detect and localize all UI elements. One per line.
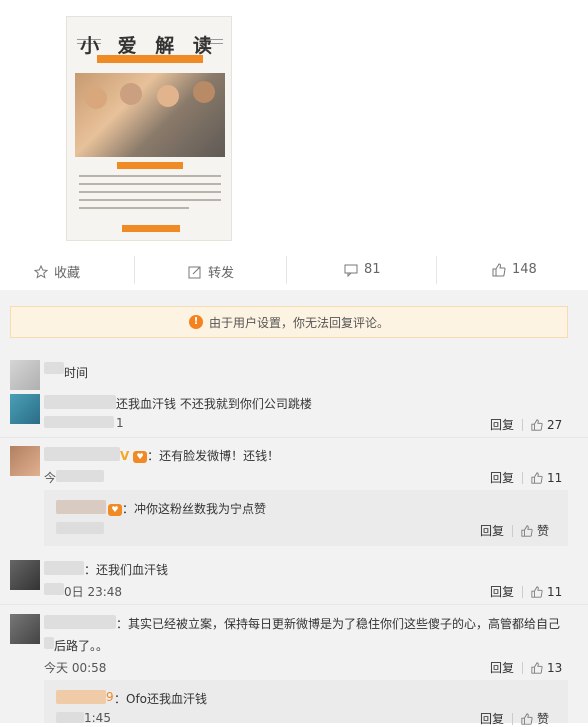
divider xyxy=(0,437,588,438)
comment-like-button[interactable]: 赞 xyxy=(521,710,549,727)
like-count: 148 xyxy=(512,262,537,277)
comment-actions: 回复 11 xyxy=(490,469,562,486)
comment-like-count: 11 xyxy=(547,470,563,485)
reply-button[interactable]: 回复 xyxy=(480,522,504,539)
comment-actions: 回复 27 xyxy=(490,416,562,433)
like-button[interactable]: 148 xyxy=(492,262,537,277)
blurred-timestamp xyxy=(56,522,104,534)
comment-time: 1 xyxy=(116,416,124,430)
fan-badge-icon: ♥ xyxy=(108,503,122,516)
comment-like-label: 赞 xyxy=(537,524,550,538)
poster-text-line xyxy=(79,191,221,193)
blurred-username xyxy=(56,690,106,704)
favorite-button[interactable]: 收藏 xyxy=(34,262,80,281)
comment-like-count: 27 xyxy=(547,417,563,432)
comment-text: ：Ofo还我血汗钱 xyxy=(114,692,208,706)
thumbs-up-icon xyxy=(531,471,543,484)
reply-button[interactable]: 回复 xyxy=(490,659,514,676)
thumbs-up-icon xyxy=(531,418,543,431)
thumbs-up-icon xyxy=(521,524,533,537)
avatar[interactable] xyxy=(10,560,40,590)
comment-line: V ♥ ：还有脸发微博！还钱！ xyxy=(120,447,279,464)
comment-text: ：还有脸发微博！还钱！ xyxy=(147,449,280,463)
poster-section-bar xyxy=(122,225,180,232)
poster-subtitle-bar xyxy=(97,55,203,63)
comment-text: 还我血汗钱 不还我就到你们公司跳楼 xyxy=(116,397,312,411)
blurred-username xyxy=(56,500,106,514)
reply-button[interactable]: 回复 xyxy=(490,416,514,433)
reply-button[interactable]: 回复 xyxy=(480,710,504,727)
comment-actions: 回复 11 xyxy=(490,583,562,600)
thumbs-up-icon xyxy=(531,661,543,674)
notice-text: 由于用户设置，你无法回复评论。 xyxy=(208,315,389,330)
blurred-timestamp xyxy=(44,416,114,428)
comment-like-button[interactable]: 27 xyxy=(531,418,562,432)
blurred-username xyxy=(44,447,120,461)
comment-text: 时间 xyxy=(64,366,89,380)
comment-like-button[interactable]: 11 xyxy=(531,585,562,599)
divider xyxy=(0,604,588,605)
poster-text-line xyxy=(79,183,221,185)
avatar[interactable] xyxy=(10,446,40,476)
reply-restricted-notice: ! 由于用户设置，你无法回复评论。 xyxy=(10,306,568,338)
comment-like-count: 13 xyxy=(547,660,563,675)
thumbs-up-icon xyxy=(531,585,543,598)
comment-like-button[interactable]: 13 xyxy=(531,661,562,675)
comment-line: ♥ ：冲你这粉丝数我为宁点赞 xyxy=(108,500,266,517)
repost-label: 转发 xyxy=(208,266,235,281)
sub-reply-user[interactable]: 9 xyxy=(106,690,114,704)
divider xyxy=(134,256,135,284)
blurred-username xyxy=(44,395,116,409)
post-image[interactable]: 小 爱 解 读 xyxy=(66,16,232,241)
blurred-timestamp xyxy=(44,583,64,595)
poster-section-bar xyxy=(117,162,183,169)
comment-time: 今天 00:58 xyxy=(44,661,107,675)
warning-icon: ! xyxy=(188,315,203,329)
avatar[interactable] xyxy=(10,360,40,390)
comment-icon xyxy=(344,264,358,277)
repost-button[interactable]: 转发 xyxy=(188,262,234,281)
comment-text: ：冲你这粉丝数我为宁点赞 xyxy=(122,502,267,516)
reply-button[interactable]: 回复 xyxy=(490,583,514,600)
repost-icon xyxy=(188,266,201,278)
blurred-username xyxy=(44,362,64,374)
fan-badge-icon: ♥ xyxy=(133,450,148,463)
comment-actions: 回复 13 xyxy=(490,659,562,676)
avatar[interactable] xyxy=(10,614,40,644)
divider xyxy=(286,256,287,284)
blurred-text xyxy=(44,637,54,649)
comment-time: 今 xyxy=(44,471,57,485)
verified-icon: V xyxy=(120,449,130,463)
comment-button[interactable]: 81 xyxy=(344,262,381,277)
poster-text-line xyxy=(79,199,221,201)
poster-title: 小 爱 解 读 xyxy=(80,35,218,57)
poster-text-line xyxy=(79,207,189,209)
blurred-username xyxy=(44,561,84,575)
comment-like-button[interactable]: 11 xyxy=(531,471,562,485)
comment-text: ：其实已经被立案，保持每日更新微博是为了稳住你们这些傻子的心，高管都给自己 xyxy=(116,617,561,631)
comment-text-continued: 后路了。。 xyxy=(54,639,109,653)
comment-like-count: 11 xyxy=(547,584,563,599)
divider xyxy=(436,256,437,284)
favorite-label: 收藏 xyxy=(54,266,81,281)
avatar[interactable] xyxy=(10,394,40,424)
poster-photo xyxy=(75,73,225,157)
blurred-username xyxy=(44,615,116,629)
comment-time: 0日 23:48 xyxy=(64,585,123,599)
comment-text: ：还我们血汗钱 xyxy=(84,563,169,577)
comment-like-button[interactable]: 赞 xyxy=(521,522,549,539)
comment-count: 81 xyxy=(364,262,381,277)
star-icon xyxy=(34,264,48,279)
blurred-timestamp xyxy=(56,470,104,482)
comment-like-label: 赞 xyxy=(537,712,550,726)
blurred-timestamp xyxy=(56,712,84,723)
comment-actions: 回复 赞 xyxy=(480,522,549,539)
poster-text-line xyxy=(79,175,221,177)
thumbs-up-icon xyxy=(492,262,506,276)
comment-actions: 回复 赞 xyxy=(480,710,549,727)
reply-button[interactable]: 回复 xyxy=(490,469,514,486)
